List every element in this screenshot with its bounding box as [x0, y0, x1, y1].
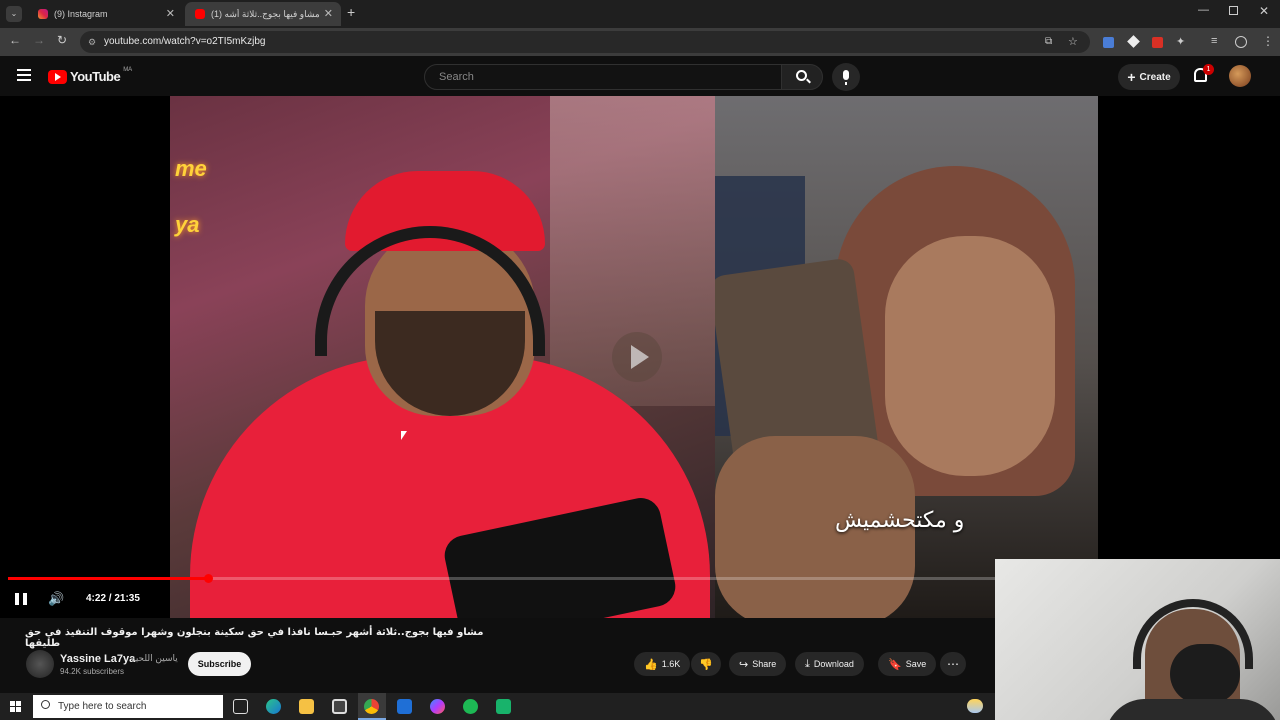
search-input[interactable]: Search [424, 64, 782, 90]
windows-start-icon[interactable] [10, 701, 21, 712]
back-icon[interactable]: ← [9, 33, 21, 47]
reload-icon[interactable]: ↻ [57, 33, 67, 47]
channel-name-arabic: ياسين اللحية [131, 654, 178, 664]
windows-taskbar: Type here to search [0, 693, 995, 720]
video-title: مشاو فيها بجوج..ثلاثة أشهر حبـسا نافذا ف… [25, 627, 484, 649]
browser-tab-bar: ⌄ (9) Instagram ✕ (1) مشاو فيها بجوج..ثل… [0, 0, 1280, 28]
more-horizontal-icon: ⋯ [947, 657, 959, 671]
profile-icon[interactable] [1235, 36, 1247, 48]
more-actions-button[interactable]: ⋯ [940, 652, 966, 676]
notification-badge: 1 [1203, 64, 1214, 75]
plus-icon: + [1127, 69, 1136, 85]
save-label: Save [905, 659, 927, 669]
share-icon: ↪ [739, 658, 749, 671]
save-bookmark-icon: 🔖 [888, 658, 902, 671]
youtube-logo[interactable]: YouTube MA [48, 66, 133, 84]
media-controls-icon[interactable]: ≡ [1211, 35, 1217, 47]
browser-toolbar: ← → ↻ ⚙ youtube.com/watch?v=o2TI5mKzjbg … [0, 28, 1280, 56]
weather-icon[interactable] [967, 699, 983, 713]
person-face-right [885, 236, 1055, 476]
microphone-icon [843, 70, 849, 80]
subtitle-caption: و مكتحشميش [835, 508, 965, 533]
webcam-shoulders [1105, 699, 1280, 720]
region-code: MA [123, 66, 133, 73]
volume-icon[interactable]: 🔊 [48, 591, 64, 607]
tab-youtube[interactable]: (1) مشاو فيها بجوج..ثلاثة أشه ✕ [185, 2, 341, 26]
close-window-icon[interactable]: ✕ [1259, 4, 1269, 18]
install-app-icon[interactable]: ⧉ [1045, 31, 1052, 53]
channel-name[interactable]: Yassine La7ya [60, 653, 135, 665]
file-explorer-icon[interactable] [299, 699, 314, 714]
extension-diamond-icon[interactable] [1127, 35, 1140, 48]
save-button[interactable]: 🔖 Save [878, 652, 937, 676]
subscriber-count: 94.2K subscribers [60, 667, 125, 676]
dislike-button[interactable]: 👎 [691, 652, 721, 676]
download-button[interactable]: ⤓ Download [795, 652, 864, 676]
hamburger-menu-icon[interactable] [17, 69, 31, 81]
search-button[interactable] [781, 64, 823, 90]
voice-search-button[interactable] [832, 63, 860, 91]
youtube-header: YouTube MA Search + Create 1 [0, 56, 1280, 96]
outlook-icon[interactable] [397, 699, 412, 714]
translate-extension-icon[interactable] [1103, 37, 1114, 48]
time-display: 4:22 / 21:35 [86, 593, 140, 604]
task-view-icon[interactable] [233, 699, 248, 714]
close-tab-icon[interactable]: ✕ [324, 7, 333, 20]
address-text: youtube.com/watch?v=o2TI5mKzjbg [104, 36, 266, 47]
site-info-icon[interactable]: ⚙ [88, 31, 96, 53]
like-count: 1.6K [661, 659, 681, 669]
spotify-icon[interactable] [463, 699, 478, 714]
youtube-icon [195, 9, 205, 19]
instagram-icon [38, 9, 48, 19]
chrome-icon [364, 699, 379, 714]
extension-red-icon[interactable] [1152, 37, 1163, 48]
download-icon: ⤓ [805, 657, 810, 670]
tab-instagram[interactable]: (9) Instagram ✕ [28, 2, 183, 26]
minimize-icon[interactable]: — [1198, 4, 1209, 16]
like-button[interactable]: 👍 1.6K [634, 652, 690, 676]
edge-browser-icon[interactable] [266, 699, 281, 714]
progress-bar-played [8, 577, 209, 580]
android-app-icon[interactable] [496, 699, 511, 714]
extensions-puzzle-icon[interactable]: ✦ [1176, 35, 1185, 48]
thumbs-down-icon: 👎 [699, 658, 713, 671]
webcam-hand [1170, 644, 1240, 704]
pause-icon[interactable] [15, 593, 27, 605]
close-tab-icon[interactable]: ✕ [166, 7, 175, 20]
progress-bar[interactable] [8, 574, 995, 583]
thumbs-up-icon: 👍 [644, 658, 658, 671]
taskbar-search-input[interactable]: Type here to search [33, 695, 223, 718]
tab-instagram-label: (9) Instagram [54, 9, 108, 19]
subscribe-button[interactable]: Subscribe [188, 652, 251, 676]
browser-menu-icon[interactable]: ⋮ [1262, 34, 1274, 48]
tab-search-button[interactable]: ⌄ [6, 6, 22, 22]
tab-youtube-label: (1) مشاو فيها بجوج..ثلاثة أشه [211, 8, 319, 19]
bookmark-star-icon[interactable]: ☆ [1068, 31, 1078, 53]
youtube-play-logo-icon [48, 69, 67, 84]
share-button[interactable]: ↪ Share [729, 652, 787, 676]
center-play-icon [612, 332, 662, 382]
taskbar-search-icon [41, 700, 50, 709]
youtube-logo-text: YouTube [70, 69, 121, 84]
share-label: Share [752, 659, 777, 669]
video-player[interactable]: me ya [0, 96, 1280, 618]
address-bar[interactable]: ⚙ youtube.com/watch?v=o2TI5mKzjbg ⧉ ☆ [80, 31, 1090, 53]
messenger-icon[interactable] [430, 699, 445, 714]
forward-icon[interactable]: → [33, 33, 45, 47]
download-label: Download [813, 659, 854, 669]
channel-avatar[interactable] [26, 650, 54, 678]
microsoft-store-icon[interactable] [332, 699, 347, 714]
new-tab-icon[interactable]: + [347, 4, 355, 20]
create-label: Create [1139, 71, 1171, 83]
create-button[interactable]: + Create [1118, 64, 1180, 90]
restore-icon[interactable] [1229, 6, 1238, 15]
mouse-cursor-icon [401, 431, 407, 440]
neon-sign: me ya [175, 156, 207, 237]
video-frame-right [715, 96, 1098, 618]
account-avatar[interactable] [1229, 65, 1251, 87]
webcam-overlay [995, 559, 1280, 720]
